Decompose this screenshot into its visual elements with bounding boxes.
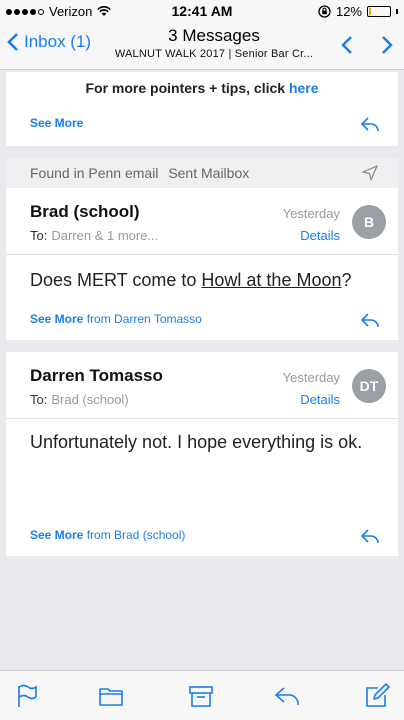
here-link[interactable]: here [289,80,319,96]
back-to-inbox-button[interactable]: Inbox (1) [6,32,91,52]
see-more-row: See More from Brad (school) [30,528,185,542]
mailbox-header: Found in Penn email Sent Mailbox [6,158,398,188]
recipients[interactable]: Darren & 1 more... [51,228,158,243]
details-link[interactable]: Details [300,392,340,407]
pointers-text: For more pointers + tips, click here [85,80,319,96]
compose-icon [366,683,390,707]
reply-icon[interactable] [360,528,380,544]
move-to-folder-button[interactable] [98,683,124,709]
message-date: Yesterday [282,370,340,385]
recipient-line: To: Darren & 1 more... [30,228,159,243]
folder-icon [99,688,123,706]
thread-title: 3 Messages WALNUT WALK 2017 | Senior Bar… [104,26,324,60]
recipient-line: To: Brad (school) [30,392,129,407]
see-more-row: See More from Darren Tomasso [30,312,202,326]
thread-subject: WALNUT WALK 2017 | Senior Bar Cr... [114,48,314,60]
message-body: Does MERT come to Howl at the Moon? [30,270,352,290]
avatar[interactable]: B [352,205,386,239]
message-card: Brad (school) To: Darren & 1 more... Yest… [6,188,398,340]
compose-button[interactable] [364,683,390,709]
mailbox-label: Sent Mailbox [168,165,250,181]
see-more-link[interactable]: See More [30,528,83,542]
recipients[interactable]: Brad (school) [51,392,128,407]
see-more-from: from Brad (school) [86,528,186,542]
rotation-lock-icon [318,5,331,18]
next-thread-button[interactable] [380,34,394,56]
sender-name: Darren Tomasso [30,366,163,385]
bottom-toolbar [0,670,404,720]
howl-link[interactable]: Howl at the Moon [201,270,341,290]
archive-icon [189,686,213,707]
previous-message-card: For more pointers + tips, click here See… [6,72,398,146]
message-body: Unfortunately not. I hope everything is … [30,432,363,452]
message-card: Darren Tomasso To: Brad (school) Yesterda… [6,352,398,556]
chevron-left-icon [7,33,18,51]
status-bar: Verizon 12:41 AM 12% [0,0,404,22]
flag-button[interactable] [14,683,40,709]
reply-icon[interactable] [360,116,380,132]
previous-thread-button[interactable] [340,34,354,56]
message-count: 3 Messages [168,26,260,45]
battery-percent: 12% [335,4,362,19]
archive-button[interactable] [188,683,214,709]
message-date: Yesterday [282,206,340,221]
divider [6,418,398,419]
reply-button[interactable] [274,683,300,709]
chevron-up-icon [341,36,352,54]
chevron-down-icon [382,36,393,54]
see-more-link[interactable]: See More [30,116,83,130]
sender-name: Brad (school) [30,202,140,221]
divider [6,254,398,255]
avatar[interactable]: DT [352,369,386,403]
see-more-from: from Darren Tomasso [86,312,202,326]
reply-icon[interactable] [360,312,380,328]
details-link[interactable]: Details [300,228,340,243]
nav-bar: Inbox (1) 3 Messages WALNUT WALK 2017 | … [0,22,404,70]
reply-icon [274,687,299,706]
back-label: Inbox (1) [24,32,92,51]
flag-icon [18,684,37,707]
see-more-row: See More [30,116,83,130]
found-in-label: Found in Penn email [30,165,159,181]
battery-icon [367,6,391,17]
see-more-link[interactable]: See More [30,312,83,326]
sent-icon [362,165,378,181]
